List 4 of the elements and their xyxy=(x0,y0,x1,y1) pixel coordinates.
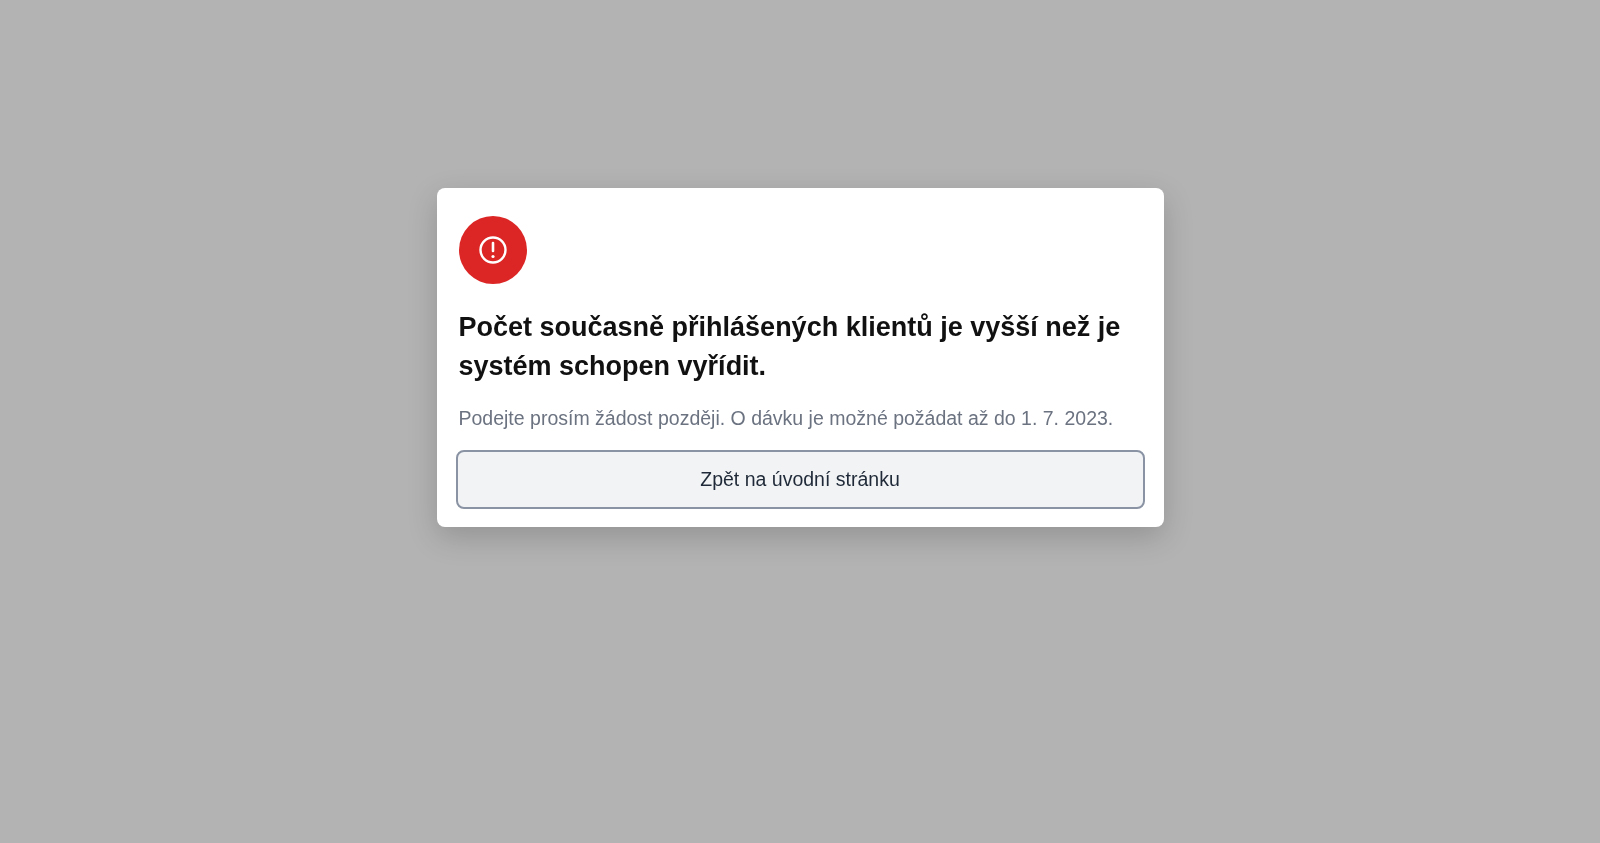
dialog-message: Podejte prosím žádost později. O dávku je možné požádat až do 1. 7. 2023. xyxy=(458,406,1115,431)
alert-icon xyxy=(458,216,527,284)
back-button[interactable]: Zpět na úvodní stránku xyxy=(455,450,1145,509)
dialog-title: Počet současně přihlášených klientů je vyšší než je systém schopen vyřídit. xyxy=(458,311,1122,383)
